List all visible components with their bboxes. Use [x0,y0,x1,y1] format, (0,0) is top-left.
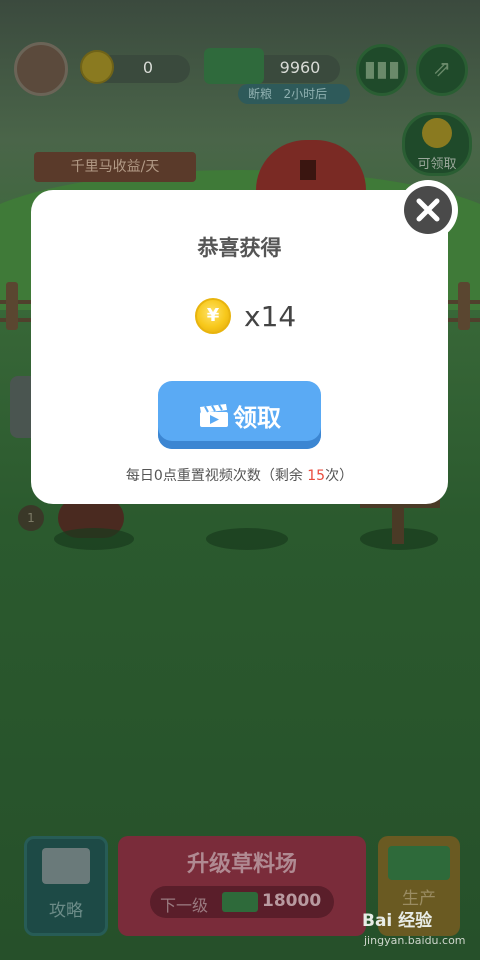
avatar[interactable] [14,42,68,96]
book-icon [42,848,90,884]
external-link-icon: ⇗ [432,57,452,82]
coin-icon [80,50,114,84]
grass-count: 9960 [279,58,321,77]
claim-reward-label: 可领取 [417,157,457,172]
dialog-title: 恭喜获得 [197,236,282,260]
signpost [392,500,404,544]
fence-post [6,282,18,330]
feed-status: 断粮 2小时后 [238,84,350,104]
feed-status-label: 断粮 [248,87,273,101]
horse-shadow [54,528,134,550]
earnings-board: 千里马收益/天 [34,152,196,182]
video-reset-note: 每日0点重置视频次数（剩余 15次） [31,465,448,485]
feed-status-time: 2小时后 [283,87,328,101]
empty-slot[interactable] [206,528,288,550]
close-button-face[interactable] [404,186,452,234]
barn-window [300,160,316,180]
watermark-brand: Bai 经验 [362,911,433,931]
grass-bundle-icon [204,48,264,84]
next-level-label: 下一级 [160,896,209,915]
bar-chart-icon: ▮▮▮ [363,57,401,82]
gold-coin-icon: ¥ [195,298,231,334]
share-button[interactable]: ⇗ [416,44,468,96]
guide-label: 攻略 [49,901,83,921]
level-badge: 1 [18,505,44,531]
fence-post [458,282,470,330]
grass-bundle-icon [388,846,450,880]
ranking-button[interactable]: ▮▮▮ [356,44,408,96]
reward-amount: x14 [244,300,297,333]
video-clapper-icon [200,404,228,427]
grass-bundle-icon [222,892,258,912]
next-level-value: 18000 [262,891,322,911]
coin-count: 0 [142,58,154,77]
reset-note-prefix: 每日0点重置视频次数（剩余 [125,468,308,484]
reset-note-suffix: 次） [325,468,354,484]
upgrade-title: 升级草料场 [186,852,297,877]
claim-button-label: 领取 [233,404,281,432]
watermark-url: jingyan.baidu.com [364,934,466,947]
coin-icon [422,118,452,148]
close-icon [416,198,440,222]
remaining-count: 15 [307,468,326,484]
